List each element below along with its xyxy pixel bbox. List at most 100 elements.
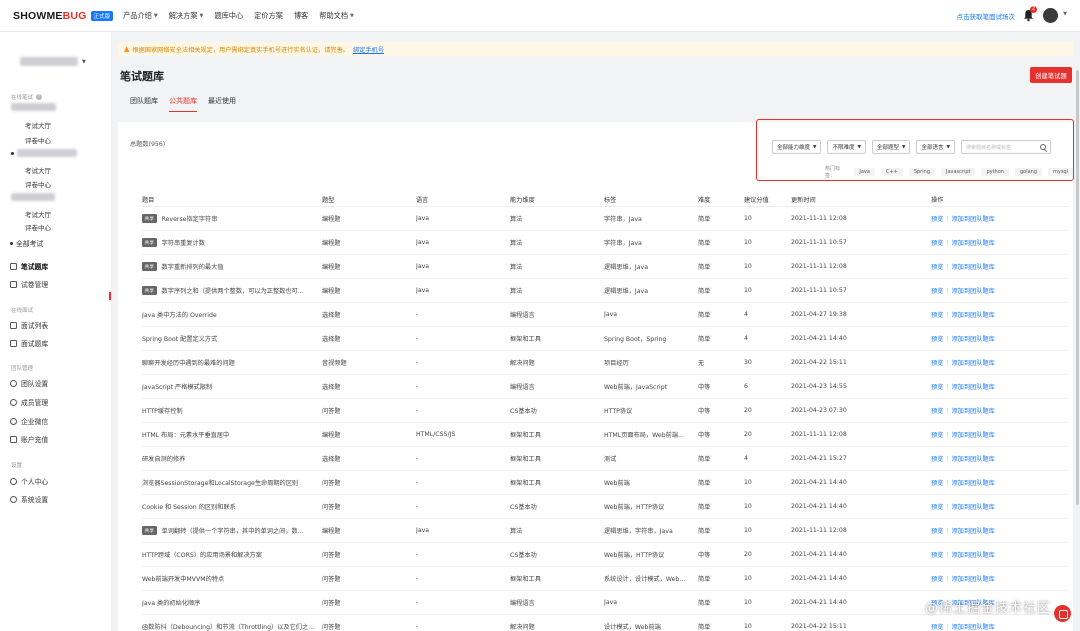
nav-item[interactable]: 产品介绍 ▼ [123,11,158,21]
avatar[interactable] [1043,8,1058,23]
question-title-cell[interactable]: JavaScript 严格模式限制 [142,382,322,391]
table-row[interactable]: 共享 数字重新排列的最大值 编程题 Java 算法 逻辑思维，Java 简单 10 2021-1… [142,255,1068,279]
logo[interactable]: SHOWMEBUG [13,10,87,22]
search-icon[interactable] [1039,144,1046,150]
question-title[interactable]: Java 类中方法的 Override [142,310,217,319]
question-title[interactable]: 单词翻转（提供一个字符串，其中的单词之间，数... [162,526,304,535]
search-input[interactable]: 搜索题目名称或标签 [960,140,1051,154]
question-title[interactable]: HTTP跨域（CORS）的应用场景和解决方案 [142,550,262,559]
table-row[interactable]: 共享 单词翻转（提供一个字符串，其中的单词之间，数... 编程题 Java 算法 逻辑思维… [142,519,1068,543]
question-title-cell[interactable]: 函数防抖（Debouncing）和节流（Throttling）以及它们之... [142,622,322,631]
question-title[interactable]: Reverse指定字符串 [162,214,218,223]
sidebar-item-exam-hall[interactable]: 考试大厅 [25,165,51,175]
table-row[interactable]: 研发自测的修养 选择题 - 框架和工具 测试 简单 4 2021-04-21 15:27 预览 |… [142,447,1068,471]
table-row[interactable]: 共享 字符串重复计数 编程题 Java 算法 字符串，Java 简单 10 2021-11-11… [142,231,1068,255]
question-title[interactable]: HTML 布局：元素水平垂直居中 [142,430,229,439]
question-title[interactable]: Spring Boot 配置定义方式 [142,334,217,343]
sidebar-item-review[interactable]: 评卷中心 [25,135,51,145]
add-to-team-link[interactable]: 添加到团队题库 [951,456,994,463]
add-to-team-link[interactable]: 添加到团队题库 [951,216,994,223]
add-to-team-link[interactable]: 添加到团队题库 [951,576,994,583]
add-to-team-link[interactable]: 添加到团队题库 [951,432,994,439]
table-row[interactable]: HTML 布局：元素水平垂直居中 编程题 HTML/CSS/JS 框架和工具 HTML页… [142,423,1068,447]
sidebar-item-exam-hall[interactable]: 考试大厅 [25,209,51,219]
question-title[interactable]: 聊聊开发经历中遇到的最难的问题 [142,358,235,367]
sidebar-item-wecom[interactable]: 企业微信 [10,416,111,426]
sidebar-item-recharge[interactable]: 账户充值 [10,434,111,444]
question-title-cell[interactable]: HTTP缓存控制 [142,406,322,415]
nav-item[interactable]: 题库中心 [214,11,243,21]
preview-link[interactable]: 预览 [931,360,943,367]
hot-tag[interactable]: golang [1014,168,1042,176]
preview-link[interactable]: 预览 [931,216,943,223]
add-to-team-link[interactable]: 添加到团队题库 [951,504,994,511]
hot-tag[interactable]: python [981,168,1009,176]
question-title-cell[interactable]: HTML 布局：元素水平垂直居中 [142,430,322,439]
question-title-cell[interactable]: 研发自测的修养 [142,454,322,463]
question-title[interactable]: 字符串重复计数 [162,238,205,247]
exam-group-1[interactable] [11,103,56,111]
table-row[interactable]: Web前端开发中MVVM的特点 问答题 - 框架和工具 系统设计，设计模式，Web...… [142,567,1068,591]
add-to-team-link[interactable]: 添加到团队题库 [951,624,994,631]
question-title[interactable]: Cookie 和 Session 的区别和联系 [142,502,236,511]
add-to-team-link[interactable]: 添加到团队题库 [951,360,994,367]
question-title-cell[interactable]: Java 类中方法的 Override [142,310,322,319]
table-row[interactable]: 函数防抖（Debouncing）和节流（Throttling）以及它们之... 问… [142,615,1068,631]
question-title-cell[interactable]: 浏览器SessionStorage和LocalStorage生命周期的区别 [142,478,322,487]
table-row[interactable]: 聊聊开发经历中遇到的最难的问题 音视频题 - 解决问题 项目经历 无 30 2021-04-2… [142,351,1068,375]
preview-link[interactable]: 预览 [931,312,943,319]
chat-icon[interactable] [1054,605,1071,622]
difficulty-select[interactable]: 不限难度 ▼ [827,140,866,154]
nav-item[interactable]: 帮助文档 ▼ [319,11,354,21]
add-to-team-link[interactable]: 添加到团队题库 [951,408,994,415]
add-to-team-link[interactable]: 添加到团队题库 [951,312,994,319]
nav-item[interactable]: 定价方案 [254,11,283,21]
question-title[interactable]: 函数防抖（Debouncing）和节流（Throttling）以及它们之... [142,622,314,631]
preview-link[interactable]: 预览 [931,456,943,463]
question-title-cell[interactable]: HTTP跨域（CORS）的应用场景和解决方案 [142,550,322,559]
question-title-cell[interactable]: 共享 数字重新排列的最大值 [142,262,322,271]
question-title-cell[interactable]: 共享 单词翻转（提供一个字符串，其中的单词之间，数... [142,526,322,535]
preview-link[interactable]: 预览 [931,528,943,535]
chevron-down-icon[interactable]: ▼ [1063,11,1067,17]
sidebar-item-review[interactable]: 评卷中心 [25,179,51,189]
question-title-cell[interactable]: 共享 数字序列之和（提供两个整数，可以为正整数也可... [142,286,322,295]
preview-link[interactable]: 预览 [931,336,943,343]
question-title[interactable]: 数字序列之和（提供两个整数，可以为正整数也可... [162,286,304,295]
question-title-cell[interactable]: Spring Boot 配置定义方式 [142,334,322,343]
preview-link[interactable]: 预览 [931,240,943,247]
question-title[interactable]: Java 类的初始化顺序 [142,598,200,607]
tab-0[interactable]: 团队题库 [130,96,158,112]
hot-tag[interactable]: Spring [908,168,935,176]
exam-group-2[interactable] [11,149,77,157]
table-row[interactable]: HTTP缓存控制 问答题 - CS基本功 HTTP协议 中等 20 2021-04-23 07… [142,399,1068,423]
preview-link[interactable]: 预览 [931,552,943,559]
type-select[interactable]: 全部题型 ▼ [871,140,911,154]
preview-link[interactable]: 预览 [931,288,943,295]
sidebar-item-review[interactable]: 评卷中心 [25,222,51,232]
preview-link[interactable]: 预览 [931,624,943,631]
table-row[interactable]: Cookie 和 Session 的区别和联系 问答题 - CS基本功 Web前端，HT… [142,495,1068,519]
add-to-team-link[interactable]: 添加到团队题库 [951,240,994,247]
ability-select[interactable]: 全部能力维度 ▼ [772,140,822,154]
sidebar-item-team-settings[interactable]: 团队设置 [10,378,111,388]
tab-2[interactable]: 最近使用 [208,96,236,112]
question-title-cell[interactable]: 共享 Reverse指定字符串 [142,214,322,223]
language-select[interactable]: 全部语言 ▼ [916,140,955,154]
question-title-cell[interactable]: Web前端开发中MVVM的特点 [142,574,322,583]
question-title-cell[interactable]: Java 类的初始化顺序 [142,598,322,607]
preview-link[interactable]: 预览 [931,504,943,511]
add-to-team-link[interactable]: 添加到团队题库 [951,480,994,487]
sidebar-item-exam-hall[interactable]: 考试大厅 [25,120,51,130]
preview-link[interactable]: 预览 [931,432,943,439]
question-title-cell[interactable]: 聊聊开发经历中遇到的最难的问题 [142,358,322,367]
table-row[interactable]: 共享 数字序列之和（提供两个整数，可以为正整数也可... 编程题 Java 算法 逻辑思维… [142,279,1068,303]
sidebar-item-paper-manage[interactable]: 试卷管理 [10,279,111,289]
hot-tag[interactable]: mysql [1048,168,1073,176]
add-to-team-link[interactable]: 添加到团队题库 [951,528,994,535]
exam-group-3[interactable] [11,193,55,201]
question-title-cell[interactable]: 共享 字符串重复计数 [142,238,322,247]
question-title[interactable]: 浏览器SessionStorage和LocalStorage生命周期的区别 [142,478,298,487]
add-to-team-link[interactable]: 添加到团队题库 [951,384,994,391]
hot-tag[interactable]: Javascript [940,168,976,176]
